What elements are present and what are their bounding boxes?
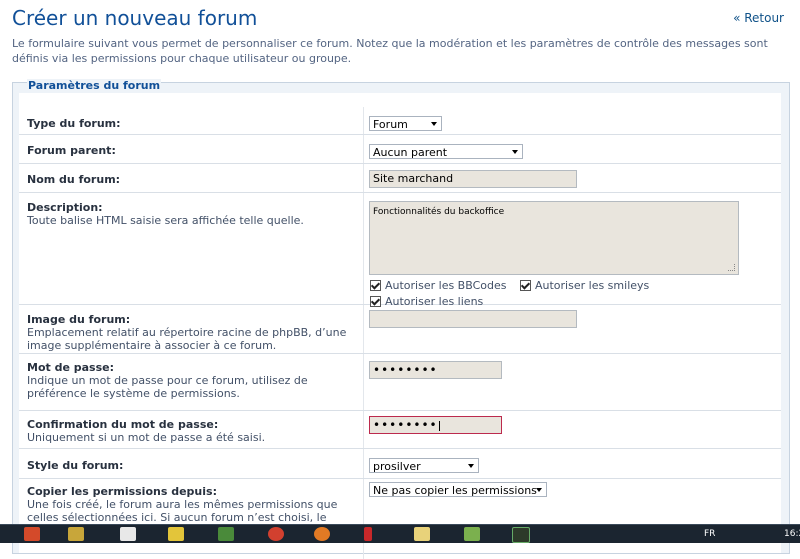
app-icon[interactable] [218,527,234,541]
chevron-down-icon [431,122,437,126]
firefox-icon[interactable] [314,527,330,541]
app-icon[interactable] [68,527,84,541]
forum-name-label: Nom du forum: [27,173,121,186]
password-confirm-label: Confirmation du mot de passe: [27,418,219,431]
forum-type-label: Type du forum: [27,117,121,130]
resize-grip-icon[interactable] [728,264,735,271]
chevron-down-icon [468,464,474,468]
app-icon[interactable] [364,527,372,541]
back-link[interactable]: « Retour [733,11,784,25]
forum-parent-label: Forum parent: [27,144,116,157]
intro-text: Le formulaire suivant vous permet de per… [12,37,768,65]
text-caret [438,421,440,431]
password-explain: Indique un mot de passe pour ce forum, u… [27,374,308,400]
forum-name-input[interactable]: Site marchand [369,170,577,188]
fieldset-legend: Paramètres du forum [27,79,162,92]
password-input[interactable]: •••••••• [369,361,502,379]
chevron-down-icon [512,150,518,154]
password-confirm-input[interactable]: •••••••• [369,416,502,434]
description-label: Description: [27,201,103,214]
forum-style-label: Style du forum: [27,459,124,472]
app-icon[interactable] [168,527,184,541]
copy-permissions-select[interactable]: Ne pas copier les permissions [369,482,547,497]
taskbar: FR 16:2 [0,524,800,543]
row-forum-type: Type du forum: Forum [19,107,781,135]
row-password: Mot de passe: Indique un mot de passe po… [19,354,781,411]
checkbox-checked-icon[interactable] [370,280,381,291]
forum-image-explain: Emplacement relatif au répertoire racine… [27,326,347,352]
forum-image-input[interactable] [369,310,577,328]
clock[interactable]: 16:2 [784,529,800,539]
forum-style-select[interactable]: prosilver [369,458,479,473]
description-explain: Toute balise HTML saisie sera affichée t… [27,214,304,227]
row-forum-style: Style du forum: prosilver [19,449,781,479]
description-textarea[interactable]: Fonctionnalités du backoffice [369,201,739,275]
language-indicator[interactable]: FR [704,529,715,539]
row-copy-permissions: Copier les permissions depuis: Une fois … [19,479,781,559]
notes-icon[interactable] [414,527,430,541]
checkbox-bbcodes[interactable]: Autoriser les BBCodes [370,279,506,292]
password-confirm-explain: Uniquement si un mot de passe a été sais… [27,431,266,444]
row-forum-image: Image du forum: Emplacement relatif au r… [19,305,781,354]
page-title: Créer un nouveau forum [12,6,258,30]
checkbox-smileys[interactable]: Autoriser les smileys [520,279,649,292]
app-icon[interactable] [464,527,480,541]
row-forum-parent: Forum parent: Aucun parent [19,135,781,164]
start-icon[interactable] [24,527,40,541]
row-password-confirm: Confirmation du mot de passe: Uniquement… [19,411,781,449]
forum-type-select[interactable]: Forum [369,116,442,131]
password-label: Mot de passe: [27,361,115,374]
forum-parent-select[interactable]: Aucun parent [369,144,523,159]
document-icon[interactable] [120,527,136,541]
row-description: Description: Toute balise HTML saisie se… [19,193,781,308]
chevron-down-icon [536,488,542,492]
forum-image-label: Image du forum: [27,313,131,326]
forum-settings-fieldset: Paramètres du forum Type du forum: Forum… [12,79,790,559]
copy-permissions-label: Copier les permissions depuis: [27,485,217,498]
checkbox-checked-icon[interactable] [520,280,531,291]
row-forum-name: Nom du forum: Site marchand [19,164,781,193]
terminal-icon[interactable] [512,527,530,543]
chrome-icon[interactable] [268,527,284,541]
